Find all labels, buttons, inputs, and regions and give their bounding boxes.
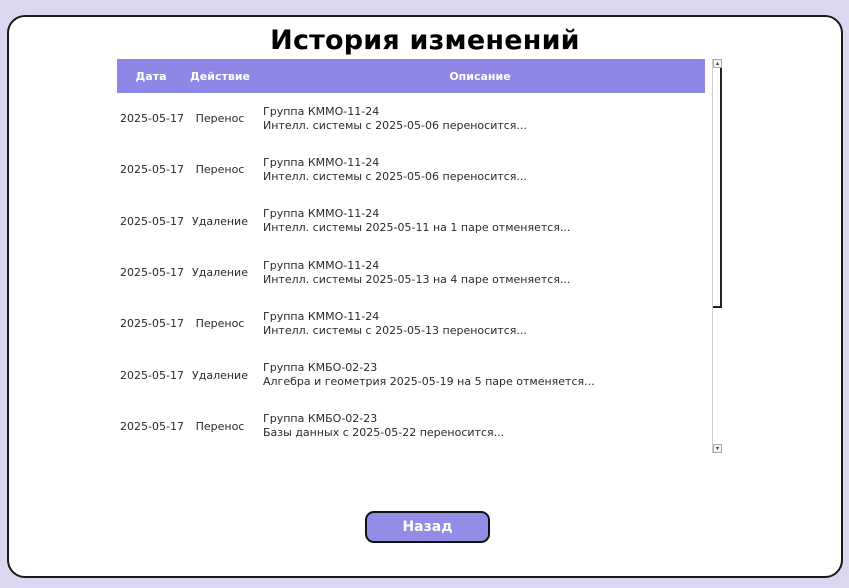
cell-date: 2025-05-17 <box>120 317 184 331</box>
page-title: История изменений <box>270 25 580 56</box>
table-row[interactable]: 2025-05-17 Перенос Группа КМБО-02-23 Баз… <box>117 401 705 439</box>
description-text: Базы данных с 2025-05-22 переносится... <box>263 426 505 439</box>
back-button[interactable]: Назад <box>365 511 490 543</box>
description-text: Интелл. системы с 2025-05-06 переносится… <box>263 118 527 132</box>
scroll-down-icon[interactable]: ▾ <box>713 444 722 453</box>
table-row[interactable]: 2025-05-17 Удаление Группа КММО-11-24 Ин… <box>117 196 705 247</box>
description-text: Интелл. системы с 2025-05-06 переносится… <box>263 169 527 183</box>
cell-date: 2025-05-17 <box>120 163 184 177</box>
table-row[interactable]: 2025-05-17 Перенос Группа КММО-11-24 Инт… <box>117 298 705 349</box>
cell-description: Группа КММО-11-24 Интелл. системы с 2025… <box>255 105 705 133</box>
cell-action: Удаление <box>192 266 248 280</box>
cell-date: 2025-05-17 <box>120 419 184 433</box>
table-row[interactable]: 2025-05-17 Удаление Группа КМБО-02-23 Ал… <box>117 349 705 400</box>
table-header: Дата Действие Описание <box>117 59 705 93</box>
cell-action: Перенос <box>195 317 245 331</box>
description-group: Группа КММО-11-24 <box>263 155 380 169</box>
cell-description: Группа КММО-11-24 Интелл. системы с 2025… <box>255 310 705 338</box>
cell-description: Группа КММО-11-24 Интелл. системы 2025-0… <box>255 259 705 287</box>
cell-action: Перенос <box>195 419 245 433</box>
cell-description: Группа КММО-11-24 Интелл. системы 2025-0… <box>255 207 705 235</box>
cell-action: Удаление <box>192 368 248 382</box>
scroll-up-icon[interactable]: ▴ <box>713 59 722 68</box>
description-text: Интелл. системы 2025-05-13 на 4 паре отм… <box>263 272 571 286</box>
cell-action: Перенос <box>195 163 245 177</box>
column-header-date[interactable]: Дата <box>117 70 185 83</box>
vertical-scrollbar[interactable]: ▴ ▾ <box>712 59 722 453</box>
description-text: Интелл. системы с 2025-05-13 переносится… <box>263 323 527 337</box>
description-group: Группа КМБО-02-23 <box>263 412 378 426</box>
column-header-action[interactable]: Действие <box>185 70 255 83</box>
description-group: Группа КММО-11-24 <box>263 104 380 118</box>
cell-date: 2025-05-17 <box>120 214 184 228</box>
scrollbar-thumb[interactable] <box>713 68 722 308</box>
table-row[interactable]: 2025-05-17 Перенос Группа КММО-11-24 Инт… <box>117 144 705 195</box>
cell-action: Перенос <box>195 112 245 126</box>
description-group: Группа КММО-11-24 <box>263 309 380 323</box>
description-group: Группа КММО-11-24 <box>263 258 380 272</box>
table-row[interactable]: 2025-05-17 Перенос Группа КММО-11-24 Инт… <box>117 93 705 144</box>
description-group: Группа КММО-11-24 <box>263 207 380 221</box>
cell-action: Удаление <box>192 214 248 228</box>
table-row[interactable]: 2025-05-17 Удаление Группа КММО-11-24 Ин… <box>117 247 705 298</box>
cell-description: Группа КММО-11-24 Интелл. системы с 2025… <box>255 156 705 184</box>
cell-date: 2025-05-17 <box>120 368 184 382</box>
cell-description: Группа КМБО-02-23 Алгебра и геометрия 20… <box>255 361 705 389</box>
description-group: Группа КМБО-02-23 <box>263 361 378 375</box>
history-table: Дата Действие Описание 2025-05-17 Перено… <box>117 59 717 439</box>
column-header-description[interactable]: Описание <box>255 70 705 83</box>
description-text: Алгебра и геометрия 2025-05-19 на 5 паре… <box>263 375 595 389</box>
description-text: Интелл. системы 2025-05-11 на 1 паре отм… <box>263 221 571 235</box>
cell-date: 2025-05-17 <box>120 266 184 280</box>
cell-date: 2025-05-17 <box>120 112 184 126</box>
table-body: 2025-05-17 Перенос Группа КММО-11-24 Инт… <box>117 93 705 439</box>
cell-description: Группа КМБО-02-23 Базы данных с 2025-05-… <box>255 412 705 439</box>
